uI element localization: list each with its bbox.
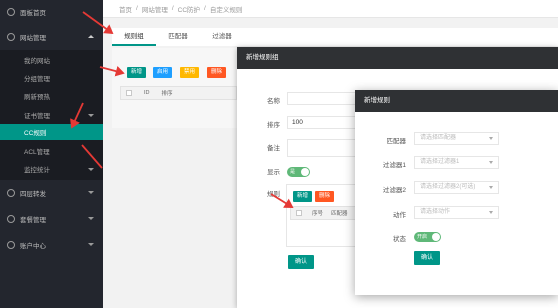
sidebar-item-l4-forwarding[interactable]: 四层转发 — [0, 184, 103, 202]
chevron-down-icon — [489, 211, 493, 214]
dialog-title: 新增规则 — [355, 90, 558, 112]
matcher-select[interactable]: 请选择匹配器 — [414, 132, 499, 145]
sidebar-item-my-sites[interactable]: 我的网站 — [0, 52, 103, 68]
sidebar-item-account[interactable]: 账户中心 — [0, 236, 103, 254]
sidebar-item-refresh-preheat[interactable]: 刷新预热 — [0, 88, 103, 104]
show-toggle[interactable]: 是 — [287, 167, 310, 177]
sidebar-item-label: 监控统计 — [24, 167, 50, 174]
action-label: 动作 — [393, 212, 406, 219]
sidebar-item-label: 我的网站 — [24, 58, 50, 65]
chevron-down-icon — [88, 217, 94, 220]
breadcrumb-separator: / — [136, 5, 138, 12]
select-all-checkbox[interactable] — [296, 210, 302, 216]
sidebar-item-certificates[interactable]: 证书管理 — [0, 107, 103, 123]
chevron-up-icon — [88, 35, 94, 38]
tab-rule-groups[interactable]: 规则组 — [112, 28, 156, 46]
chevron-down-icon — [489, 161, 493, 164]
sidebar-item-label: 证书管理 — [24, 113, 50, 120]
sort-label: 排序 — [267, 122, 280, 129]
sidebar-item-label: 面板首页 — [20, 10, 46, 17]
globe-icon — [7, 33, 15, 41]
filter1-select[interactable]: 请选择过滤器1 — [414, 156, 499, 169]
sidebar-item-label: 分组管理 — [24, 76, 50, 83]
sidebar-item-label: 套餐管理 — [20, 217, 46, 224]
sidebar: 面板首页 网站管理 我的网站 分组管理 刷新预热 证书管理 CC规则 ACL管理… — [0, 0, 103, 308]
sidebar-item-acl[interactable]: ACL管理 — [0, 143, 103, 159]
chevron-down-icon — [88, 114, 94, 117]
sidebar-item-label: 刷新预热 — [24, 94, 50, 101]
rules-label: 规则 — [267, 191, 280, 198]
select-placeholder: 请选择过滤器1 — [420, 159, 460, 165]
select-placeholder: 请选择匹配器 — [420, 135, 457, 141]
select-all-checkbox[interactable] — [126, 90, 132, 96]
toggle-label: 开启 — [417, 234, 428, 240]
chevron-down-icon — [88, 191, 94, 194]
chevron-down-icon — [489, 186, 493, 189]
column-header-sort: 排序 — [161, 91, 173, 97]
sidebar-item-groups[interactable]: 分组管理 — [0, 70, 103, 86]
select-placeholder: 请选择过滤器2(可选) — [420, 184, 476, 190]
sidebar-item-site-management[interactable]: 网站管理 — [0, 28, 103, 46]
filter2-label: 过滤器2 — [382, 187, 406, 194]
breadcrumb-custom-rules: 自定义规则 — [209, 6, 243, 14]
column-header-matcher: 匹配器 — [331, 211, 348, 217]
user-icon — [7, 241, 15, 249]
toggle-knob — [301, 168, 309, 176]
tab-bar: 规则组 匹配器 过滤器 — [112, 28, 558, 46]
breadcrumb-separator: / — [171, 5, 174, 12]
name-input[interactable] — [287, 92, 357, 105]
confirm-button[interactable]: 确认 — [414, 251, 441, 265]
sidebar-item-label: ACL管理 — [24, 149, 50, 156]
sidebar-item-label: CC规则 — [24, 130, 47, 137]
chevron-down-icon — [88, 168, 94, 171]
column-header-id: ID — [144, 90, 150, 96]
table-header: ID 排序 — [120, 86, 237, 100]
column-header-index: 序号 — [312, 211, 324, 217]
rules-table-header: 序号 匹配器 — [290, 206, 356, 220]
status-label: 状态 — [393, 236, 406, 243]
sidebar-item-label: 网站管理 — [20, 35, 46, 42]
tab-filters[interactable]: 过滤器 — [200, 28, 244, 46]
breadcrumb-cc-protection[interactable]: CC防护 — [178, 4, 200, 14]
action-select[interactable]: 请选择动作 — [414, 206, 499, 219]
package-icon — [7, 215, 15, 223]
home-icon — [7, 8, 15, 16]
delete-rule-button[interactable]: 删除 — [315, 191, 335, 202]
sidebar-item-cc-rules[interactable]: CC规则 — [0, 124, 103, 140]
filter1-label: 过滤器1 — [382, 162, 406, 169]
add-rule-button[interactable]: 新增 — [293, 191, 313, 202]
disable-button[interactable]: 禁用 — [180, 67, 200, 78]
sort-input[interactable]: 100 — [287, 116, 357, 129]
chevron-down-icon — [88, 243, 94, 246]
matcher-label: 匹配器 — [386, 138, 407, 145]
remark-input[interactable] — [287, 139, 357, 157]
status-toggle[interactable]: 开启 — [414, 232, 441, 242]
sidebar-submenu: 我的网站 分组管理 刷新预热 证书管理 CC规则 ACL管理 监控统计 — [0, 50, 103, 180]
remark-label: 备注 — [267, 145, 280, 152]
tab-matchers[interactable]: 匹配器 — [156, 28, 200, 46]
add-button[interactable]: 新增 — [127, 67, 147, 78]
toggle-label: 是 — [290, 169, 296, 175]
forward-icon — [7, 189, 15, 197]
confirm-button[interactable]: 确认 — [288, 255, 315, 269]
delete-button[interactable]: 删除 — [207, 67, 227, 78]
enable-button[interactable]: 启用 — [153, 67, 173, 78]
breadcrumb-site-management[interactable]: 网站管理 — [142, 4, 168, 14]
filter2-select[interactable]: 请选择过滤器2(可选) — [414, 181, 499, 194]
select-placeholder: 请选择动作 — [420, 209, 451, 215]
chevron-down-icon — [489, 137, 493, 140]
show-label: 显示 — [267, 169, 280, 176]
breadcrumb-home[interactable]: 首页 — [119, 4, 132, 14]
sidebar-item-label: 四层转发 — [20, 191, 46, 198]
toggle-knob — [432, 233, 440, 241]
sidebar-item-packages[interactable]: 套餐管理 — [0, 210, 103, 228]
breadcrumb-separator: / — [204, 5, 206, 12]
name-label: 名称 — [267, 98, 280, 105]
breadcrumb: 首页 / 网站管理 / CC防护 / 自定义规则 — [103, 0, 558, 18]
dialog-title: 新增规则组 — [237, 47, 558, 69]
sidebar-item-monitoring[interactable]: 监控统计 — [0, 161, 103, 177]
sidebar-item-label: 账户中心 — [20, 243, 46, 250]
sidebar-item-dashboard[interactable]: 面板首页 — [0, 3, 103, 21]
